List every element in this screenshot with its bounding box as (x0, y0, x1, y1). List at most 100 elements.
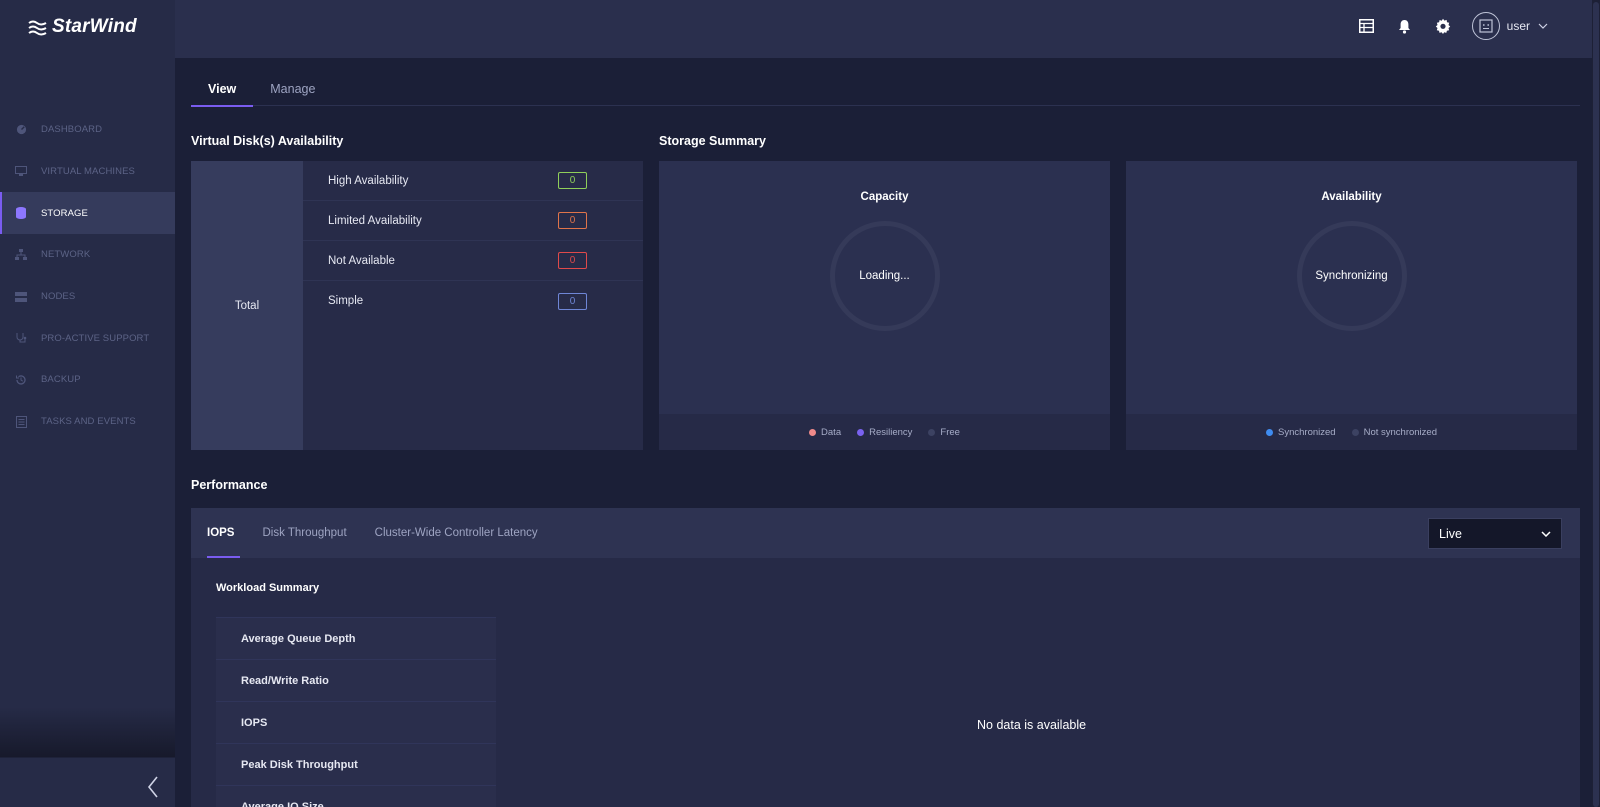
chevron-down-icon (1538, 21, 1548, 31)
vda-row-limited-availability: Limited Availability 0 (303, 201, 643, 241)
network-icon (15, 249, 27, 261)
vda-row-label: High Availability (328, 174, 409, 187)
tab-manage[interactable]: Manage (253, 78, 332, 106)
performance-tabs: IOPS Disk Throughput Cluster-Wide Contro… (191, 508, 1580, 558)
collapse-sidebar-button[interactable] (143, 773, 163, 801)
sidebar-item-tasks-and-events[interactable]: TASKS AND EVENTS (0, 401, 175, 443)
availability-donut: Synchronizing (1296, 221, 1407, 331)
sidebar-item-label: NETWORK (41, 249, 91, 261)
table-icon[interactable] (1358, 17, 1376, 35)
workload-row: IOPS (216, 701, 496, 743)
user-menu[interactable]: user (1471, 12, 1548, 40)
legend-label: Not synchronized (1363, 426, 1437, 438)
sidebar-item-label: DASHBOARD (41, 124, 103, 136)
chevron-down-icon (1541, 530, 1551, 537)
tab-cluster-wide-controller-latency[interactable]: Cluster-Wide Controller Latency (363, 508, 550, 558)
vda-row-label: Simple (328, 295, 364, 307)
legend-item: Synchronized (1266, 427, 1336, 438)
workload-row: Peak Disk Throughput (216, 743, 496, 785)
sidebar-item-virtual-machines[interactable]: VIRTUAL MACHINES (0, 151, 175, 193)
monitor-icon (15, 166, 27, 178)
sidebar-footer (0, 757, 175, 807)
vda-count-badge: 0 (558, 252, 587, 269)
sidebar-nav: DASHBOARD VIRTUAL MACHINES STORAGE NETWO… (0, 109, 175, 443)
legend-label: Data (821, 426, 842, 438)
availability-panel: Availability Synchronizing Synchronized … (1126, 161, 1577, 450)
availability-legend: Synchronized Not synchronized (1126, 414, 1577, 450)
sidebar-item-label: PRO-ACTIVE SUPPORT (41, 332, 150, 344)
vda-row-not-available: Not Available 0 (303, 241, 643, 281)
workload-row: Read/Write Ratio (216, 659, 496, 701)
chevron-left-icon (147, 776, 158, 798)
stethoscope-icon (15, 332, 27, 344)
sidebar-item-network[interactable]: NETWORK (0, 234, 175, 276)
starwind-logo[interactable]: StarWind (28, 16, 137, 38)
sidebar-item-label: VIRTUAL MACHINES (41, 166, 135, 178)
no-data-message: No data is available (977, 718, 1087, 732)
history-icon (15, 374, 27, 386)
view-tabs: View Manage (191, 78, 1580, 107)
workload-summary-list: Average Queue Depth Read/Write Ratio IOP… (216, 617, 496, 807)
brand-name: StarWind (52, 16, 137, 37)
legend-label: Synchronized (1278, 426, 1336, 438)
tab-disk-throughput[interactable]: Disk Throughput (250, 508, 358, 558)
bell-icon[interactable] (1396, 17, 1414, 35)
tab-view[interactable]: View (191, 78, 254, 107)
dashboard-icon (15, 124, 27, 136)
header-actions: user (1338, 12, 1548, 40)
legend-dot (857, 428, 865, 436)
top-header: user (175, 0, 1600, 58)
gear-icon[interactable] (1434, 17, 1452, 35)
avatar (1471, 12, 1500, 40)
tab-iops[interactable]: IOPS (195, 508, 246, 558)
sidebar-shadow (0, 707, 175, 757)
availability-status: Synchronizing (1315, 270, 1388, 282)
legend-dot (1351, 428, 1359, 436)
time-range-select[interactable]: Live (1428, 518, 1562, 549)
logo-waves-icon (28, 20, 47, 36)
page-scrollbar[interactable] (1592, 0, 1600, 807)
virtual-disk-availability-card: Total High Availability 0 Limited Availa… (191, 161, 643, 450)
sidebar-item-backup[interactable]: BACKUP (0, 359, 175, 401)
workload-summary-title: Workload Summary (216, 582, 320, 594)
legend-label: Free (940, 426, 960, 438)
vda-total-label: Total (191, 161, 303, 450)
user-avatar-icon (1479, 19, 1493, 33)
sidebar-item-label: NODES (41, 291, 76, 303)
vda-row-high-availability: High Availability 0 (303, 161, 643, 201)
legend-dot (1266, 428, 1274, 436)
capacity-status: Loading... (859, 270, 910, 282)
vda-count-badge: 0 (558, 172, 587, 189)
vda-count-badge: 0 (558, 212, 587, 229)
sidebar: StarWind DASHBOARD VIRTUAL MACHINES STOR… (0, 0, 175, 807)
capacity-legend: Data Resiliency Free (659, 414, 1110, 450)
availability-title: Availability (1321, 191, 1382, 203)
legend-item: Data (809, 427, 841, 438)
workload-row: Average IO Size (216, 785, 496, 807)
workload-row: Average Queue Depth (216, 617, 496, 659)
time-range-value: Live (1439, 526, 1462, 541)
username: user (1506, 19, 1530, 33)
vda-row-simple: Simple 0 (303, 281, 643, 321)
sidebar-item-storage[interactable]: STORAGE (0, 192, 175, 235)
vda-list: High Availability 0 Limited Availability… (303, 161, 643, 450)
legend-dot (928, 428, 936, 436)
capacity-donut: Loading... (829, 221, 940, 331)
vda-count-badge: 0 (558, 292, 587, 310)
sidebar-item-pro-active-support[interactable]: PRO-ACTIVE SUPPORT (0, 317, 175, 359)
legend-label: Resiliency (869, 426, 913, 438)
performance-title: Performance (191, 478, 268, 492)
sidebar-item-dashboard[interactable]: DASHBOARD (0, 109, 175, 151)
vda-title: Virtual Disk(s) Availability (191, 134, 344, 148)
performance-card: IOPS Disk Throughput Cluster-Wide Contro… (191, 508, 1580, 807)
list-icon (15, 415, 27, 428)
sidebar-item-label: TASKS AND EVENTS (41, 416, 136, 428)
sidebar-item-nodes[interactable]: NODES (0, 276, 175, 318)
sidebar-item-label: STORAGE (41, 207, 88, 219)
capacity-panel: Capacity Loading... Data Resiliency Free (659, 161, 1110, 450)
legend-item: Not synchronized (1351, 426, 1437, 438)
sidebar-item-label: BACKUP (41, 374, 81, 386)
scrollbar-thumb[interactable] (1593, 2, 1599, 807)
legend-item: Free (928, 427, 960, 438)
legend-item: Resiliency (857, 427, 912, 438)
